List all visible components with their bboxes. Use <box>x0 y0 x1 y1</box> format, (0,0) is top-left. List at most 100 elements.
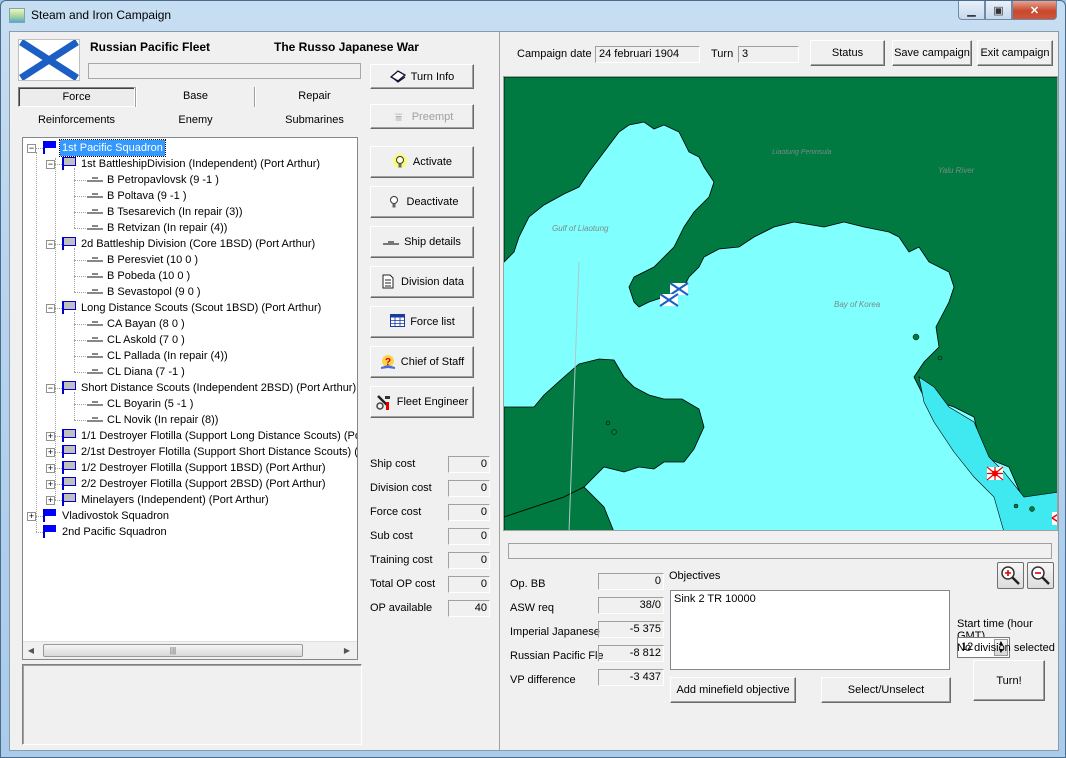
tree-node-label[interactable]: 2nd Pacific Squadron <box>60 524 169 540</box>
collapse-icon[interactable]: − <box>46 240 55 249</box>
tree-node-label[interactable]: B Tsesarevich (In repair (3)) <box>105 204 245 220</box>
tab-submarines[interactable]: Submarines <box>256 111 373 131</box>
tree-node-label[interactable]: B Peresviet (10 0 ) <box>105 252 200 268</box>
tab-repair[interactable]: Repair <box>256 87 373 107</box>
tree-node-label[interactable]: CL Diana (7 -1 ) <box>105 364 187 380</box>
lightbulb-on-icon <box>392 154 408 170</box>
collapse-icon[interactable]: − <box>46 304 55 313</box>
tree-connector <box>74 340 86 341</box>
tree-node-label[interactable]: B Petropavlovsk (9 -1 ) <box>105 172 221 188</box>
tree-node-label[interactable]: CL Boyarin (5 -1 ) <box>105 396 195 412</box>
division-flag-icon <box>62 429 76 442</box>
tree-node-label[interactable]: Minelayers (Independent) (Port Arthur) <box>79 492 271 508</box>
tree-node-label[interactable]: Short Distance Scouts (Independent 2BSD)… <box>79 380 357 396</box>
status-button[interactable]: Status <box>810 40 885 66</box>
tree-node-label[interactable]: B Sevastopol (9 0 ) <box>105 284 203 300</box>
scroll-left-icon[interactable]: ◀ <box>25 645 37 657</box>
scroll-right-icon[interactable]: ▶ <box>341 645 353 657</box>
tree-node-label[interactable]: B Pobeda (10 0 ) <box>105 268 192 284</box>
stat-label: Imperial Japanese <box>510 626 600 638</box>
activate-button[interactable]: Activate <box>370 146 474 178</box>
tree-squadron-node[interactable]: + Vladivostok Squadron <box>23 508 357 524</box>
campaign-map[interactable]: Liaotung Peninsula Yalu River Gulf of Li… <box>503 76 1058 531</box>
preempt-label: Preempt <box>411 110 454 123</box>
tree-squadron-node[interactable]: − 1st Pacific Squadron <box>23 139 357 157</box>
expand-icon[interactable]: + <box>46 464 55 473</box>
expand-icon[interactable]: + <box>46 480 55 489</box>
stat-label: VP difference <box>510 674 576 686</box>
tree-division-node[interactable]: +2/1st Destroyer Flotilla (Support Short… <box>23 444 357 460</box>
tree-node-label[interactable]: CL Askold (7 0 ) <box>105 332 187 348</box>
tree-connector <box>55 244 62 245</box>
expand-icon[interactable]: + <box>46 448 55 457</box>
tree-node-label[interactable]: 2d Battleship Division (Core 1BSD) (Port… <box>79 236 317 252</box>
tree-node-label[interactable]: CA Bayan (8 0 ) <box>105 316 187 332</box>
minimize-icon: ▁ <box>967 4 976 17</box>
tree-node-label[interactable]: 2/2 Destroyer Flotilla (Support 2BSD) (P… <box>79 476 328 492</box>
tree-node-label[interactable]: Long Distance Scouts (Scout 1BSD) (Port … <box>79 300 323 316</box>
collapse-icon[interactable]: − <box>46 384 55 393</box>
campaign-date-label: Campaign date <box>517 48 592 60</box>
expand-icon[interactable]: + <box>46 432 55 441</box>
stat-value: 0 <box>598 573 664 590</box>
tree-node-label[interactable]: B Retvizan (In repair (4)) <box>105 220 229 236</box>
tree-squadron-node[interactable]: 2nd Pacific Squadron <box>23 524 357 540</box>
tree-division-node[interactable]: +1/2 Destroyer Flotilla (Support 1BSD) (… <box>23 460 357 476</box>
select-unselect-button[interactable]: Select/Unselect <box>821 677 951 703</box>
collapse-icon[interactable]: − <box>46 160 55 169</box>
maximize-button[interactable]: ▣ <box>985 1 1012 20</box>
fleet-engineer-button[interactable]: Fleet Engineer <box>370 386 474 418</box>
tree-node-label[interactable]: 1/1 Destroyer Flotilla (Support Long Dis… <box>79 428 357 444</box>
ship-details-button[interactable]: Ship details <box>370 226 474 258</box>
zoom-out-button[interactable] <box>1027 562 1054 589</box>
collapse-icon[interactable]: − <box>27 144 36 153</box>
table-icon <box>389 314 405 330</box>
turn-button[interactable]: Turn! <box>973 660 1045 701</box>
division-data-button[interactable]: Division data <box>370 266 474 298</box>
tree-node-label[interactable]: 1/2 Destroyer Flotilla (Support 1BSD) (P… <box>79 460 328 476</box>
island <box>611 429 617 435</box>
objectives-list[interactable]: Sink 2 TR 10000 <box>670 590 950 670</box>
map-label-bay-korea: Bay of Korea <box>834 300 881 309</box>
horizontal-scrollbar[interactable]: ◀ ||| ▶ <box>23 641 357 659</box>
add-minefield-objective-button[interactable]: Add minefield objective <box>670 677 796 703</box>
expand-icon[interactable]: + <box>27 512 36 521</box>
tree-node-label[interactable]: B Poltava (9 -1 ) <box>105 188 188 204</box>
zoom-in-button[interactable] <box>997 562 1024 589</box>
expand-icon[interactable]: + <box>46 496 55 505</box>
force-list-button[interactable]: Force list <box>370 306 474 338</box>
tree-connector <box>55 158 56 500</box>
tree-division-node[interactable]: +1/1 Destroyer Flotilla (Support Long Di… <box>23 428 357 444</box>
close-button[interactable]: ✕ <box>1012 1 1057 20</box>
tree-connector <box>74 356 86 357</box>
tree-node-label[interactable]: 1st Pacific Squadron <box>59 139 166 157</box>
tab-reinforcements[interactable]: Reinforcements <box>18 111 135 131</box>
force-tree[interactable]: −1st Pacific Squadron −1st BattleshipDivi… <box>22 137 358 660</box>
island <box>1013 503 1019 509</box>
preempt-button[interactable]: ⩸ Preempt <box>370 104 474 129</box>
ship-icon <box>383 234 400 250</box>
tab-enemy[interactable]: Enemy <box>137 111 254 131</box>
tree-division-node[interactable]: + Minelayers (Independent) (Port Arthur) <box>23 492 357 508</box>
tree-connector <box>74 212 86 213</box>
objective-item[interactable]: Sink 2 TR 10000 <box>674 593 946 605</box>
minimize-button[interactable]: ▁ <box>958 1 985 20</box>
tree-node-label[interactable]: Vladivostok Squadron <box>60 508 171 524</box>
st-andrew-flag-icon <box>18 39 80 81</box>
tab-base[interactable]: Base <box>137 87 254 107</box>
squadron-flag-icon <box>43 141 56 154</box>
tree-node-label[interactable]: CL Novik (In repair (8)) <box>105 412 220 428</box>
objectives-label: Objectives <box>669 570 721 582</box>
chief-of-staff-button[interactable]: ? Chief of Staff <box>370 346 474 378</box>
scroll-thumb[interactable]: ||| <box>43 644 303 657</box>
tree-node-label[interactable]: CL Pallada (In repair (4)) <box>105 348 230 364</box>
deactivate-button[interactable]: Deactivate <box>370 186 474 218</box>
save-campaign-button[interactable]: Save campaign <box>892 40 972 66</box>
turn-info-button[interactable]: Turn Info <box>370 64 474 89</box>
tree-division-node[interactable]: +2/2 Destroyer Flotilla (Support 2BSD) (… <box>23 476 357 492</box>
division-status-label: No division selected <box>957 642 1055 654</box>
exit-campaign-button[interactable]: Exit campaign <box>977 40 1053 66</box>
tab-force[interactable]: Force <box>18 87 135 107</box>
tree-node-label[interactable]: 2/1st Destroyer Flotilla (Support Short … <box>79 444 357 460</box>
tree-node-label[interactable]: 1st BattleshipDivision (Independent) (Po… <box>79 156 322 172</box>
